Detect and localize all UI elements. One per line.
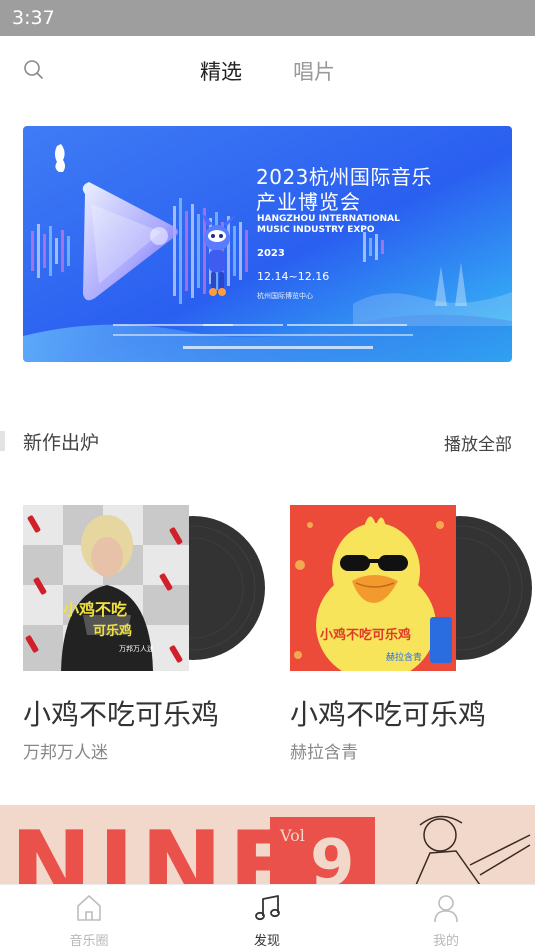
album-title: 小鸡不吃可乐鸡 xyxy=(23,698,220,731)
banner-year: 2023 xyxy=(257,248,285,259)
album-cover: 小鸡不吃 可乐鸡 万邦万人迷 xyxy=(23,505,189,671)
album-artist: 赫拉含青 xyxy=(290,743,358,763)
promo-headline: NINE xyxy=(10,811,301,885)
album-cover: 小鸡不吃可乐鸡 赫拉含青 xyxy=(290,505,456,671)
status-bar: 3:37 xyxy=(0,0,535,36)
album-artist: 万邦万人迷 xyxy=(23,743,108,763)
music-note-icon xyxy=(255,895,280,921)
status-time: 3:37 xyxy=(12,7,55,29)
play-all-button[interactable]: 播放全部 xyxy=(444,430,512,455)
album-card[interactable]: 小鸡不吃可乐鸡 赫拉含青 小鸡不吃可乐鸡 赫拉含青 xyxy=(290,505,532,765)
tab-label: 我的 xyxy=(432,934,459,949)
tab-music-circle[interactable]: 音乐圈 xyxy=(29,885,149,951)
section-accent-bar xyxy=(0,431,5,451)
album-card[interactable]: 小鸡不吃 可乐鸡 万邦万人迷 小鸡不吃可乐鸡 万邦万人迷 xyxy=(23,505,265,765)
promo-vol: Vol xyxy=(279,826,305,845)
home-icon xyxy=(77,895,101,921)
user-icon xyxy=(434,895,458,923)
banner-venue: 杭州国际博览中心 xyxy=(257,292,313,300)
app-screen: 3:37 精选 唱片 2023杭州国际音乐 产业博览会 HANGZHOU INT… xyxy=(0,0,535,951)
promo-number: 9 xyxy=(310,827,355,885)
search-icon xyxy=(24,60,43,79)
promo-artwork: NINE Vol 9 xyxy=(0,805,535,885)
bottom-tab-bar: 音乐圈 发现 我的 xyxy=(0,884,535,951)
svg-text:小鸡不吃可乐鸡: 小鸡不吃可乐鸡 xyxy=(320,627,411,643)
tab-featured[interactable]: 精选 xyxy=(200,56,242,86)
banner-english-title: HANGZHOU INTERNATIONAL MUSIC INDUSTRY EX… xyxy=(257,214,400,235)
album-title: 小鸡不吃可乐鸡 xyxy=(290,698,487,731)
expo-banner[interactable]: 2023杭州国际音乐 产业博览会 HANGZHOU INTERNATIONAL … xyxy=(23,126,512,362)
banner-dates: 12.14~12.16 xyxy=(257,270,330,283)
promo-banner[interactable]: NINE Vol 9 xyxy=(0,805,535,885)
section-title: 新作出炉 xyxy=(23,432,100,454)
svg-text:赫拉含青: 赫拉含青 xyxy=(386,651,422,663)
banner-title-line2: 产业博览会 xyxy=(256,190,361,214)
tab-label: 发现 xyxy=(253,934,280,949)
tab-discover[interactable]: 发现 xyxy=(207,885,327,951)
tab-label: 音乐圈 xyxy=(69,934,109,949)
svg-text:小鸡不吃: 小鸡不吃 xyxy=(63,600,127,619)
svg-text:可乐鸡: 可乐鸡 xyxy=(93,623,132,639)
search-button[interactable] xyxy=(22,58,46,82)
tab-records[interactable]: 唱片 xyxy=(293,56,335,86)
tab-mine[interactable]: 我的 xyxy=(386,885,506,951)
svg-text:万邦万人迷: 万邦万人迷 xyxy=(119,644,154,653)
top-nav: 精选 唱片 xyxy=(0,36,535,102)
